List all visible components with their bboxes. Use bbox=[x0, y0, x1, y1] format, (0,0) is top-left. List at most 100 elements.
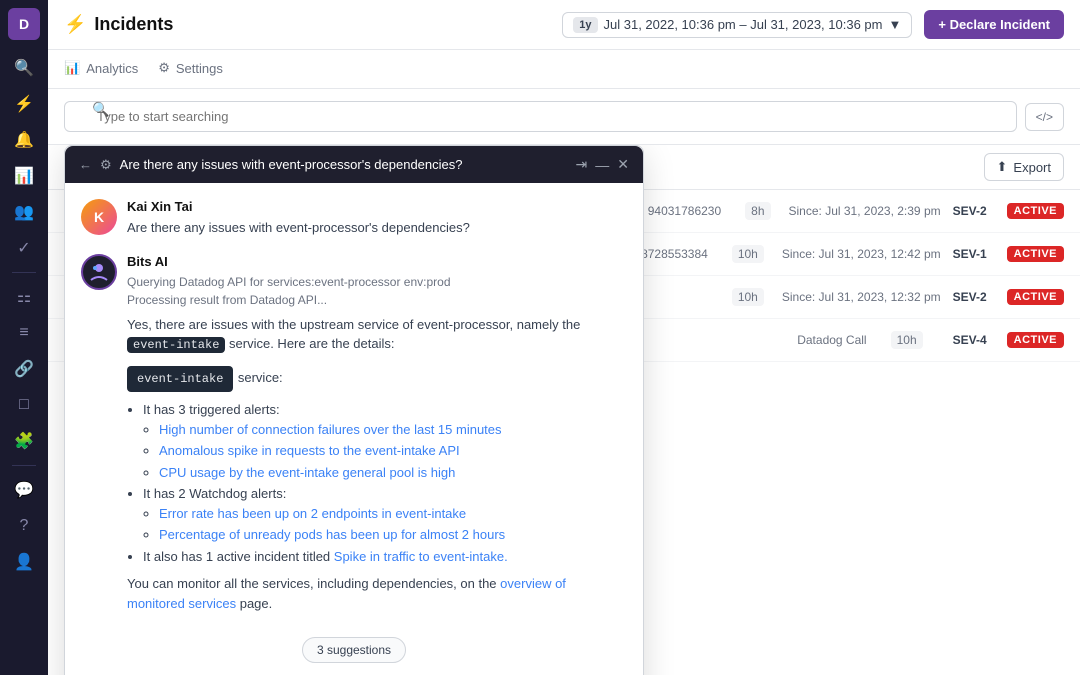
watchdog-link-2[interactable]: Percentage of unready pods has been up f… bbox=[159, 527, 505, 542]
main-area: ⚡ Incidents 1y Jul 31, 2022, 10:36 pm – … bbox=[48, 0, 1080, 675]
sidebar-icon-help[interactable]: ? bbox=[8, 510, 40, 542]
chat-header: ← ⚙ Are there any issues with event-proc… bbox=[65, 146, 643, 183]
suggestions-button[interactable]: 3 suggestions bbox=[302, 637, 406, 663]
footer-text: You can monitor all the services, includ… bbox=[127, 574, 627, 613]
message-text-1: Are there any issues with event-processo… bbox=[127, 218, 627, 238]
sidebar-icon-users[interactable]: 👥 bbox=[8, 196, 40, 228]
date-range-selector[interactable]: 1y Jul 31, 2022, 10:36 pm – Jul 31, 2023… bbox=[562, 12, 912, 38]
message-sender-ai: Bits AI bbox=[127, 254, 627, 269]
list-item: Anomalous spike in requests to the event… bbox=[159, 441, 627, 461]
suggestions-row: 3 suggestions bbox=[81, 629, 627, 667]
export-button[interactable]: ⬆ Export bbox=[984, 153, 1064, 181]
tab-settings[interactable]: ⚙ Settings bbox=[158, 50, 223, 88]
tab-analytics[interactable]: 📊 Analytics bbox=[64, 50, 138, 88]
chat-header-title: Are there any issues with event-processo… bbox=[120, 157, 568, 172]
period-badge: 1y bbox=[573, 17, 597, 33]
since-2: Since: Jul 31, 2023, 12:42 pm bbox=[782, 247, 941, 261]
search-bar-container: 🔍 </> bbox=[48, 89, 1080, 145]
service-label: service: bbox=[238, 370, 283, 385]
chat-back-button[interactable]: ← bbox=[79, 157, 92, 172]
search-input-wrap: 🔍 bbox=[64, 101, 1017, 132]
declare-incident-button[interactable]: + Declare Incident bbox=[924, 10, 1064, 39]
chat-panel: ← ⚙ Are there any issues with event-proc… bbox=[64, 145, 644, 675]
code-event-intake: event-intake bbox=[127, 337, 225, 353]
analytics-icon: 📊 bbox=[64, 60, 80, 76]
list-item: CPU usage by the event-intake general po… bbox=[159, 463, 627, 483]
list-item: Error rate has been up on 2 endpoints in… bbox=[159, 504, 627, 524]
since-3: Since: Jul 31, 2023, 12:32 pm bbox=[782, 290, 941, 304]
chat-close-button[interactable]: ✕ bbox=[617, 156, 629, 173]
sidebar-icon-chat[interactable]: 💬 bbox=[8, 474, 40, 506]
list-item: It has 3 triggered alerts: High number o… bbox=[143, 400, 627, 482]
monitor-link[interactable]: overview of monitored services bbox=[127, 576, 566, 611]
meeting-label-4: Datadog Call bbox=[797, 333, 866, 347]
sidebar-icon-chart[interactable]: 📊 bbox=[8, 160, 40, 192]
dropdown-icon: ▼ bbox=[888, 17, 901, 32]
chat-body: K Kai Xin Tai Are there any issues with … bbox=[65, 183, 643, 675]
alerts-list: It has 3 triggered alerts: High number o… bbox=[143, 400, 627, 566]
sidebar: D 🔍 ⚡ 🔔 📊 👥 ✓ ⚏ ≡ 🔗 □ 🧩 💬 ? 👤 bbox=[0, 0, 48, 675]
sidebar-icon-user[interactable]: 👤 bbox=[8, 546, 40, 578]
export-label: Export bbox=[1013, 160, 1051, 175]
chat-minimize-button[interactable]: — bbox=[595, 157, 609, 173]
chat-message-user: K Kai Xin Tai Are there any issues with … bbox=[81, 199, 627, 238]
duration-2: 10h bbox=[732, 245, 764, 263]
duration-4: 10h bbox=[891, 331, 923, 349]
nav-tabs: 📊 Analytics ⚙ Settings bbox=[48, 50, 1080, 89]
date-range-text: Jul 31, 2022, 10:36 pm – Jul 31, 2023, 1… bbox=[604, 17, 883, 32]
message-body-ai: Yes, there are issues with the upstream … bbox=[127, 315, 627, 355]
alert-link-3[interactable]: CPU usage by the event-intake general po… bbox=[159, 465, 455, 480]
content-area: ⬆ Export Meeting ID: 94031786230 8h Sinc… bbox=[48, 145, 1080, 675]
search-icon: 🔍 bbox=[92, 101, 109, 118]
sidebar-divider-2 bbox=[12, 465, 36, 466]
chat-pin-button[interactable]: ⇥ bbox=[576, 156, 588, 173]
sidebar-icon-alerts[interactable]: 🔔 bbox=[8, 124, 40, 156]
sidebar-divider-1 bbox=[12, 272, 36, 273]
status-badge-4: ACTIVE bbox=[1007, 332, 1064, 348]
app-logo[interactable]: D bbox=[8, 8, 40, 40]
sidebar-icon-list[interactable]: ≡ bbox=[8, 317, 40, 349]
message-subtext-1: Querying Datadog API for services:event-… bbox=[127, 273, 627, 291]
page-title: Incidents bbox=[94, 14, 173, 35]
sidebar-icon-check[interactable]: ✓ bbox=[8, 232, 40, 264]
list-item: It has 2 Watchdog alerts: Error rate has… bbox=[143, 484, 627, 545]
incident-link[interactable]: Spike in traffic to event-intake. bbox=[334, 549, 508, 564]
message-content-1: Kai Xin Tai Are there any issues with ev… bbox=[127, 199, 627, 238]
sidebar-icon-grid[interactable]: ⚏ bbox=[8, 281, 40, 313]
sidebar-icon-link[interactable]: 🔗 bbox=[8, 353, 40, 385]
status-badge-3: ACTIVE bbox=[1007, 289, 1064, 305]
message-sender-1: Kai Xin Tai bbox=[127, 199, 627, 214]
sev-badge-2: SEV-1 bbox=[953, 247, 987, 261]
alert-link-2[interactable]: Anomalous spike in requests to the event… bbox=[159, 443, 460, 458]
alert-link-1[interactable]: High number of connection failures over … bbox=[159, 422, 502, 437]
sev-badge-1: SEV-2 bbox=[953, 204, 987, 218]
duration-3: 10h bbox=[732, 288, 764, 306]
incidents-icon: ⚡ bbox=[64, 14, 86, 35]
sidebar-icon-incidents[interactable]: ⚡ bbox=[8, 88, 40, 120]
page-title-area: ⚡ Incidents bbox=[64, 14, 550, 35]
sev-badge-4: SEV-4 bbox=[953, 333, 987, 347]
avatar-bits bbox=[81, 254, 117, 290]
export-icon: ⬆ bbox=[997, 159, 1008, 175]
search-input[interactable] bbox=[64, 101, 1017, 132]
status-badge-1: ACTIVE bbox=[1007, 203, 1064, 219]
since-1: Since: Jul 31, 2023, 2:39 pm bbox=[789, 204, 941, 218]
sidebar-icon-search[interactable]: 🔍 bbox=[8, 52, 40, 84]
settings-icon: ⚙ bbox=[158, 60, 170, 76]
watchdog-link-1[interactable]: Error rate has been up on 2 endpoints in… bbox=[159, 506, 466, 521]
status-badge-2: ACTIVE bbox=[1007, 246, 1064, 262]
duration-1: 8h bbox=[745, 202, 770, 220]
tab-analytics-label: Analytics bbox=[86, 61, 138, 76]
chat-settings-icon[interactable]: ⚙ bbox=[100, 157, 112, 173]
code-toggle-button[interactable]: </> bbox=[1025, 103, 1064, 131]
message-content-ai: Bits AI Querying Datadog API for service… bbox=[127, 254, 627, 614]
topbar: ⚡ Incidents 1y Jul 31, 2022, 10:36 pm – … bbox=[48, 0, 1080, 50]
sev-badge-3: SEV-2 bbox=[953, 290, 987, 304]
list-item: Percentage of unready pods has been up f… bbox=[159, 525, 627, 545]
sidebar-icon-puzzle[interactable]: 🧩 bbox=[8, 425, 40, 457]
tab-settings-label: Settings bbox=[176, 61, 223, 76]
sidebar-icon-box[interactable]: □ bbox=[8, 389, 40, 421]
chat-message-ai: Bits AI Querying Datadog API for service… bbox=[81, 254, 627, 614]
avatar-kai: K bbox=[81, 199, 117, 235]
message-subtext-2: Processing result from Datadog API... bbox=[127, 291, 627, 309]
